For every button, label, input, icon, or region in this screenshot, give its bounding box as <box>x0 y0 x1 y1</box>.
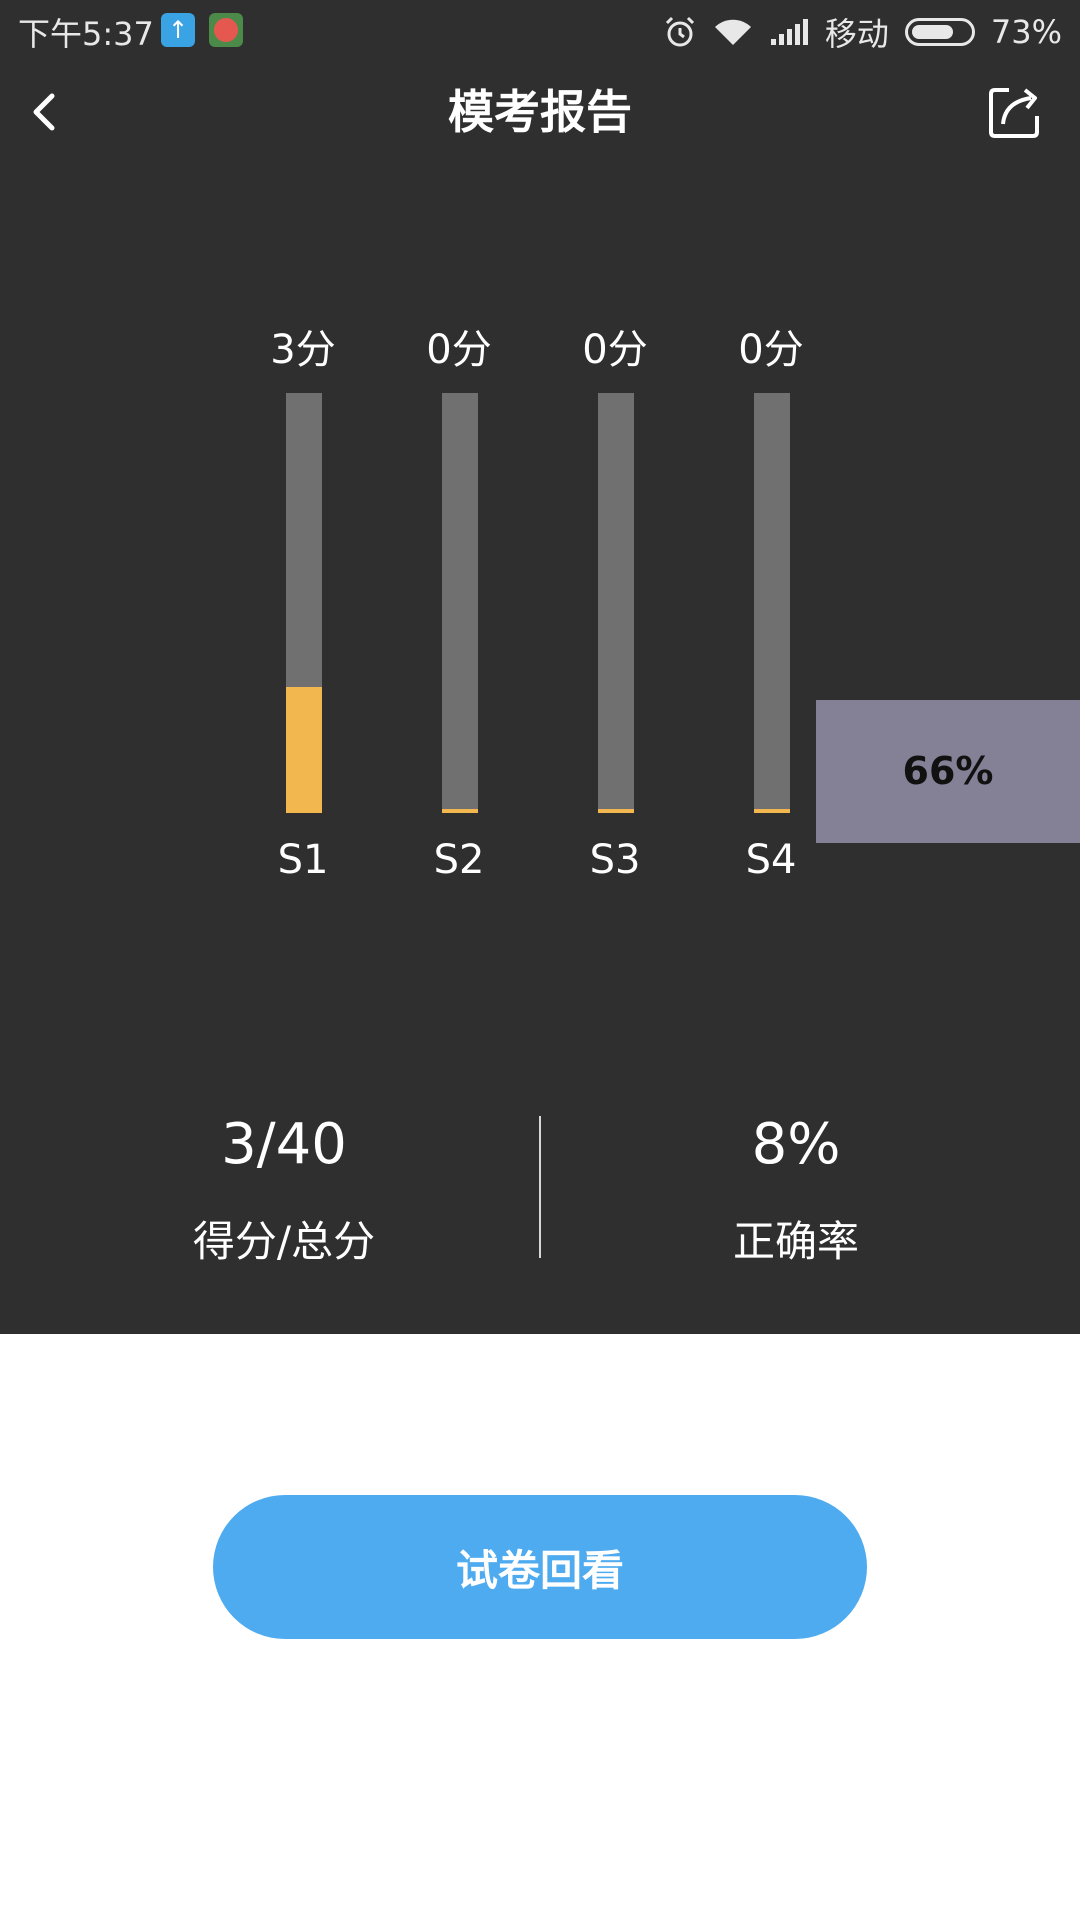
accuracy-label: 正确率 <box>732 1217 859 1266</box>
bar <box>442 809 478 813</box>
battery-icon <box>904 18 975 46</box>
carrier-name: 移动 <box>824 15 889 53</box>
percent-tag: 66% <box>816 700 1080 843</box>
wifi-icon <box>714 19 751 45</box>
battery-percent: 73% <box>990 13 1062 51</box>
bar-category-label: S3 <box>589 837 641 883</box>
page-title: 模考报告 <box>448 85 632 139</box>
bar <box>754 809 790 813</box>
status-time: 下午5:37 <box>18 15 154 53</box>
bar-track <box>442 393 478 813</box>
share-icon <box>989 88 1039 138</box>
bar <box>598 809 634 813</box>
bar-category-label: S2 <box>433 837 485 883</box>
bar-score-label: 0分 <box>426 327 492 373</box>
bar-track <box>598 393 634 813</box>
bar-score-label: 0分 <box>738 327 804 373</box>
signal-icon <box>770 19 808 45</box>
alarm-icon <box>665 16 694 47</box>
status-indicators: 移动 73% <box>663 9 1062 55</box>
score-label: 得分/总分 <box>192 1217 376 1266</box>
status-bar: 下午5:37 ↑ 移动 73% <box>0 0 1080 60</box>
summary-divider <box>539 1116 541 1258</box>
review-paper-button[interactable]: 试卷回看 <box>213 1495 867 1639</box>
app-icon <box>209 13 243 47</box>
report-panel: 下午5:37 ↑ 移动 73% 模考报告 3分 S1 0分 S2 0分 S3 0… <box>0 0 1080 1334</box>
bar-score-label: 3分 <box>270 327 336 373</box>
chevron-left-icon <box>33 93 55 131</box>
bar-track <box>754 393 790 813</box>
upload-app-icon: ↑ <box>161 13 195 47</box>
bar-category-label: S1 <box>277 837 329 883</box>
back-button[interactable] <box>20 82 80 142</box>
score-value: 3/40 <box>221 1112 347 1177</box>
bar-score-label: 0分 <box>582 327 648 373</box>
battery-level <box>911 25 953 39</box>
bar <box>286 687 322 813</box>
accuracy-value: 8% <box>751 1112 841 1177</box>
share-button[interactable] <box>985 82 1045 142</box>
bar-track <box>286 393 322 813</box>
